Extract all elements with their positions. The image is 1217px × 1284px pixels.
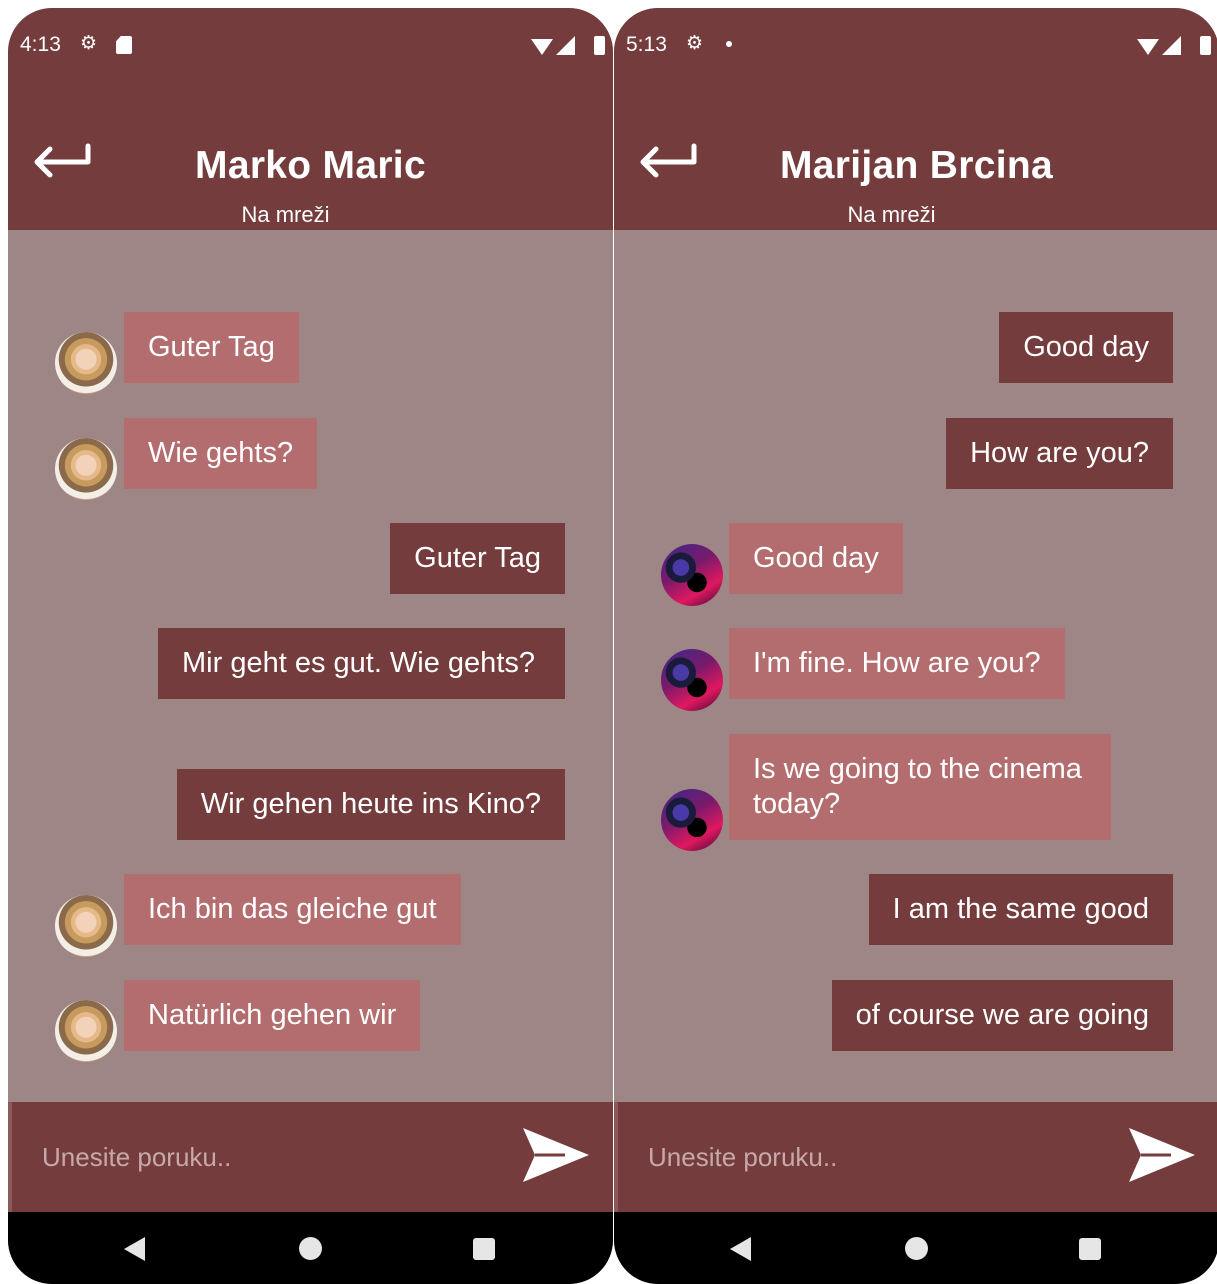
- contact-status: Na mreži: [241, 202, 330, 227]
- send-icon[interactable]: [521, 1124, 591, 1186]
- message-list[interactable]: Guter Tag Wie gehts? Guter Tag Mir geht …: [8, 230, 613, 1102]
- contact-avatar: [55, 895, 117, 957]
- message-bubble-sent[interactable]: Good day: [999, 312, 1173, 383]
- nav-home-icon[interactable]: [299, 1237, 322, 1260]
- signal-icon: [1162, 36, 1181, 55]
- contact-avatar: [661, 544, 723, 606]
- message-bubble-sent[interactable]: How are you?: [946, 418, 1173, 489]
- status-bar: 5:13 ⚙: [614, 8, 1217, 84]
- system-navigation-bar: [614, 1212, 1217, 1284]
- message-composer: [614, 1102, 1217, 1212]
- contact-avatar: [55, 438, 117, 500]
- contact-avatar: [661, 649, 723, 711]
- message-composer: [8, 1102, 613, 1212]
- settings-icon: ⚙: [80, 33, 98, 54]
- contact-name: Marijan Brcina: [780, 144, 1053, 187]
- nav-recents-icon[interactable]: [1079, 1238, 1101, 1260]
- chat-screen-marko: 4:13 ⚙ Marko Maric Na mreži Guter Tag Wi…: [8, 8, 613, 1284]
- sd-card-icon: [116, 36, 132, 54]
- status-time: 5:13: [626, 33, 667, 56]
- message-bubble-received[interactable]: Ich bin das gleiche gut: [124, 874, 461, 945]
- message-bubble-sent[interactable]: of course we are going: [831, 980, 1173, 1051]
- message-bubble-sent[interactable]: Guter Tag: [390, 523, 565, 594]
- notification-dot: [726, 41, 732, 47]
- message-bubble-sent[interactable]: I am the same good: [868, 874, 1173, 945]
- message-input[interactable]: [648, 1132, 1078, 1182]
- status-time: 4:13: [20, 33, 61, 56]
- status-bar: 4:13 ⚙: [8, 8, 613, 84]
- system-navigation-bar: [8, 1212, 613, 1284]
- wifi-icon: [531, 39, 553, 55]
- battery-icon: [594, 36, 605, 55]
- status-indicators: [523, 36, 605, 58]
- nav-back-icon[interactable]: [124, 1237, 145, 1261]
- message-bubble-received[interactable]: Is we going to the cinema today?: [729, 734, 1111, 840]
- message-bubble-sent[interactable]: Mir geht es gut. Wie gehts?: [158, 628, 565, 699]
- message-bubble-received[interactable]: Natürlich gehen wir: [124, 980, 421, 1051]
- message-bubble-received[interactable]: Guter Tag: [124, 312, 299, 383]
- message-bubble-received[interactable]: I'm fine. How are you?: [729, 628, 1065, 699]
- contact-avatar: [55, 1000, 117, 1062]
- send-icon[interactable]: [1127, 1124, 1197, 1186]
- status-indicators: [1129, 36, 1211, 58]
- signal-icon: [556, 36, 575, 55]
- nav-back-icon[interactable]: [730, 1237, 751, 1261]
- settings-icon: ⚙: [686, 33, 704, 54]
- chat-screen-marijan: 5:13 ⚙ Marijan Brcina Na mreži Good day …: [614, 8, 1217, 1284]
- message-bubble-received[interactable]: Good day: [729, 523, 903, 594]
- nav-home-icon[interactable]: [905, 1237, 928, 1260]
- message-bubble-received[interactable]: Wie gehts?: [124, 418, 318, 489]
- wifi-icon: [1137, 39, 1159, 55]
- contact-avatar: [661, 789, 723, 851]
- contact-avatar: [55, 332, 117, 394]
- chat-header: Marijan Brcina Na mreži: [614, 84, 1217, 230]
- message-bubble-sent[interactable]: Wir gehen heute ins Kino?: [176, 769, 565, 840]
- message-list[interactable]: Good day How are you? Good day I'm fine.…: [614, 230, 1217, 1102]
- contact-status: Na mreži: [847, 202, 936, 227]
- message-input[interactable]: [42, 1132, 472, 1182]
- battery-icon: [1200, 36, 1211, 55]
- chat-header: Marko Maric Na mreži: [8, 84, 613, 230]
- nav-recents-icon[interactable]: [473, 1238, 495, 1260]
- contact-name: Marko Maric: [195, 144, 426, 187]
